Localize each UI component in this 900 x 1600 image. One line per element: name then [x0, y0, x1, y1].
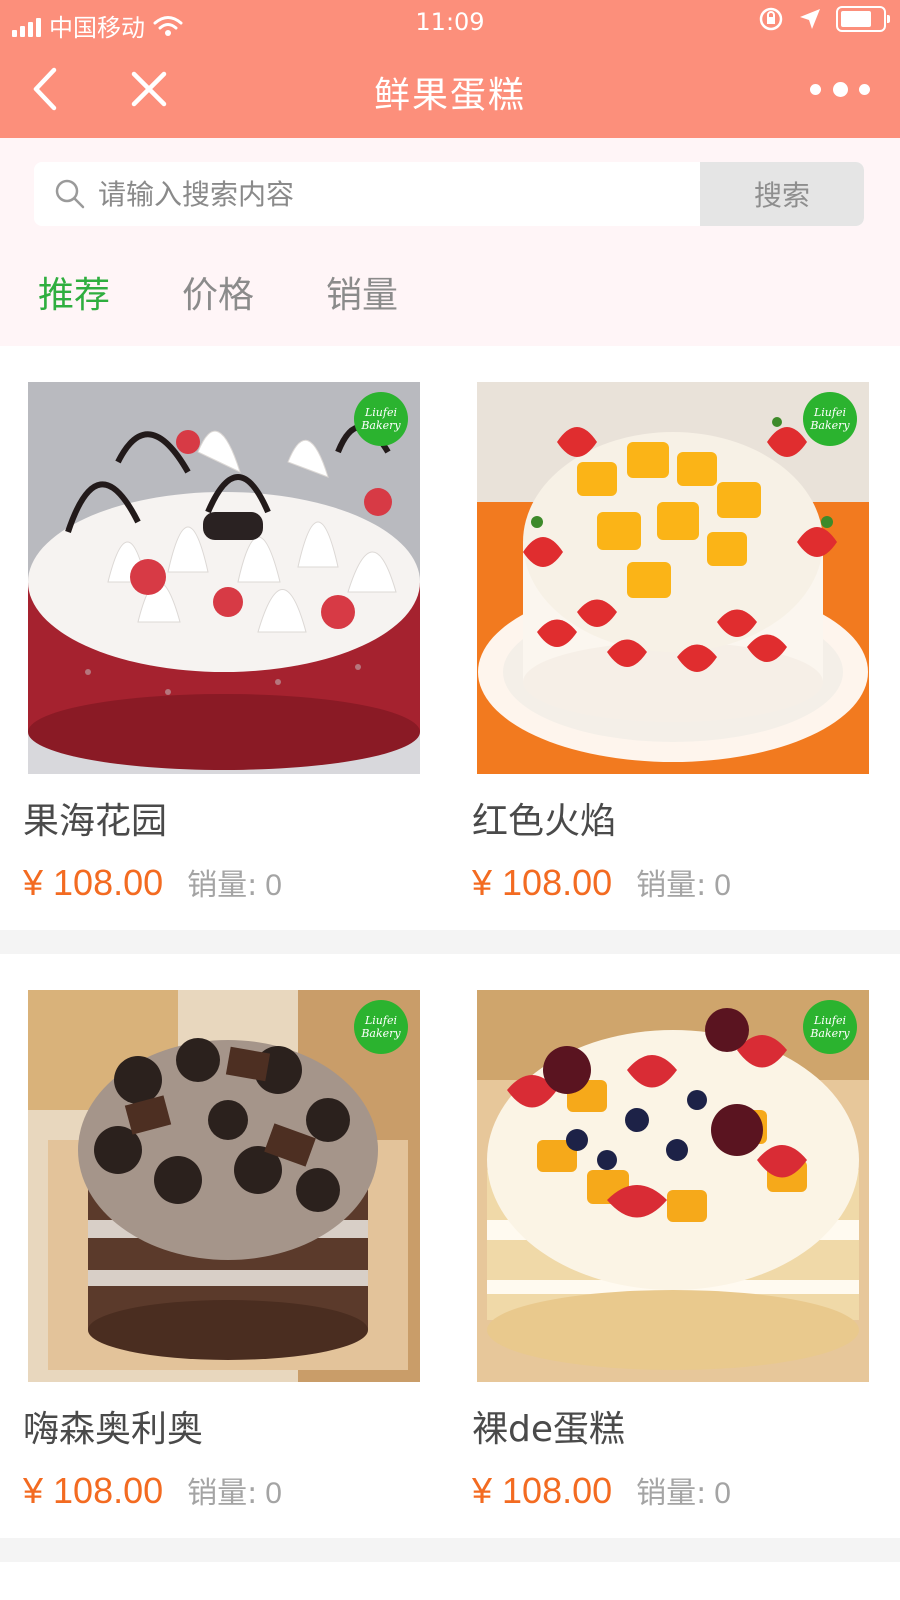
location-arrow-icon — [800, 9, 820, 29]
product-card[interactable]: Liufei Bakery 红色火焰 ¥ 108.00 销量: 0 — [472, 382, 871, 903]
rotation-lock-icon — [759, 7, 783, 31]
bakery-logo: Liufei Bakery — [803, 1000, 857, 1054]
row-divider — [0, 930, 900, 954]
search-input[interactable] — [98, 162, 728, 226]
product-price: ¥ 108.00 — [23, 1470, 164, 1511]
sales-label: 销量: — [187, 868, 258, 903]
product-image[interactable]: Liufei Bakery — [28, 990, 420, 1382]
sales-value: 0 — [714, 869, 731, 902]
search-icon — [55, 179, 85, 209]
tab-sales[interactable]: 销量 — [326, 266, 398, 318]
bakery-logo: Liufei Bakery — [354, 1000, 408, 1054]
sales-value: 0 — [714, 1477, 731, 1510]
product-image[interactable]: Liufei Bakery — [28, 382, 420, 774]
product-card[interactable]: Liufei Bakery 嗨森奥利奥 ¥ 108.00 销量: 0 — [23, 990, 422, 1511]
price-line: ¥ 108.00 销量: 0 — [23, 1468, 282, 1512]
price-line: ¥ 108.00 销量: 0 — [472, 1468, 731, 1512]
sales-label: 销量: — [636, 868, 707, 903]
status-bar: 中国移动 11:09 — [0, 0, 900, 44]
battery-icon — [836, 6, 890, 32]
price-line: ¥ 108.00 销量: 0 — [23, 860, 282, 904]
product-name[interactable]: 裸de蛋糕 — [472, 1400, 625, 1452]
sales-label: 销量: — [187, 1476, 258, 1511]
sort-tabs: 推荐 价格 销量 — [38, 266, 398, 318]
sales-value: 0 — [265, 1477, 282, 1510]
battery-level — [841, 11, 871, 27]
product-card[interactable]: Liufei Bakery 裸de蛋糕 ¥ 108.00 销量: 0 — [472, 990, 871, 1511]
product-image[interactable]: Liufei Bakery — [477, 990, 869, 1382]
nav-bar: 鲜果蛋糕 — [0, 44, 900, 138]
product-price: ¥ 108.00 — [472, 1470, 613, 1511]
product-grid: Liufei Bakery 果海花园 ¥ 108.00 销量: 0 Liufei… — [0, 346, 900, 1562]
product-price: ¥ 108.00 — [23, 862, 164, 903]
price-line: ¥ 108.00 销量: 0 — [472, 860, 731, 904]
sales-value: 0 — [265, 869, 282, 902]
row-divider — [0, 1538, 900, 1562]
product-name[interactable]: 嗨森奥利奥 — [23, 1400, 203, 1452]
product-card[interactable]: Liufei Bakery 果海花园 ¥ 108.00 销量: 0 — [23, 382, 422, 903]
tab-recommend[interactable]: 推荐 — [38, 266, 110, 318]
page-title: 鲜果蛋糕 — [373, 75, 526, 116]
search-box: 搜索 — [34, 162, 864, 226]
product-image[interactable]: Liufei Bakery — [477, 382, 869, 774]
status-right — [758, 6, 890, 32]
more-dots-icon[interactable] — [810, 76, 870, 102]
product-row: Liufei Bakery 嗨森奥利奥 ¥ 108.00 销量: 0 Liufe… — [0, 954, 900, 1538]
product-row: Liufei Bakery 果海花园 ¥ 108.00 销量: 0 Liufei… — [0, 346, 900, 930]
bakery-logo: Liufei Bakery — [803, 392, 857, 446]
search-button[interactable]: 搜索 — [700, 162, 864, 226]
product-name[interactable]: 红色火焰 — [472, 792, 616, 844]
search-area: 搜索 推荐 价格 销量 — [0, 138, 900, 346]
sales-label: 销量: — [636, 1476, 707, 1511]
product-price: ¥ 108.00 — [472, 862, 613, 903]
product-name[interactable]: 果海花园 — [23, 792, 167, 844]
tab-price[interactable]: 价格 — [182, 266, 254, 318]
bakery-logo: Liufei Bakery — [354, 392, 408, 446]
